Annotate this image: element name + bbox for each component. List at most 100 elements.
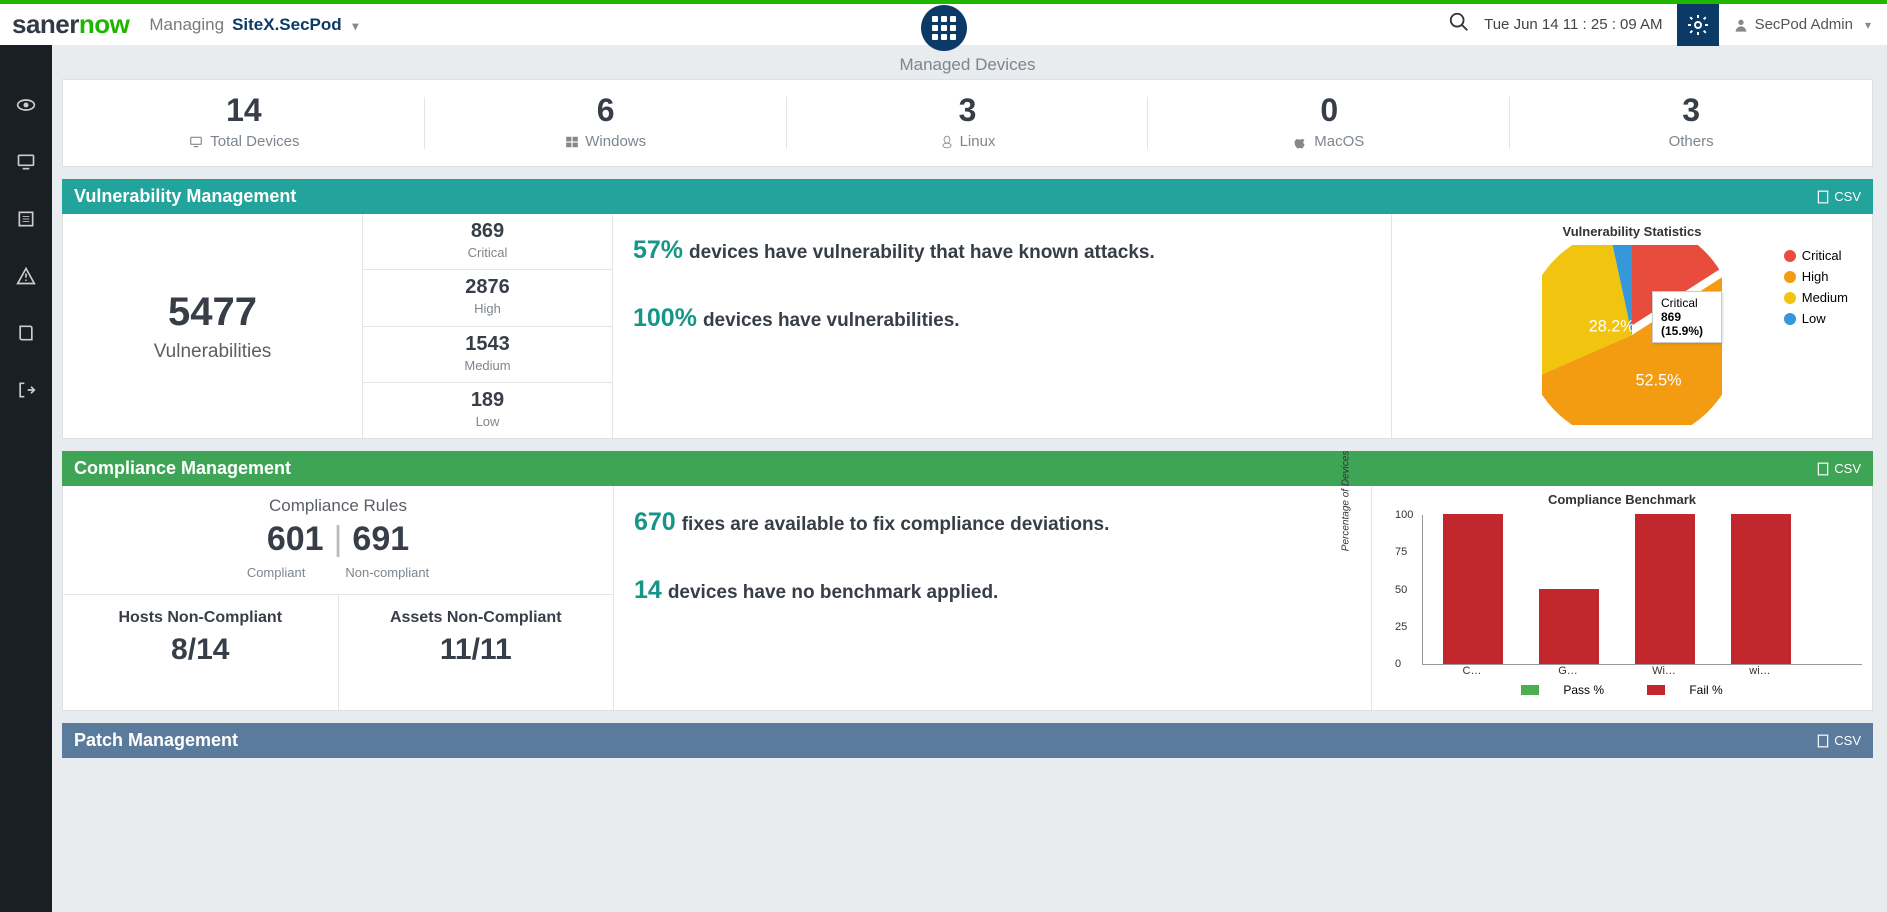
logo-p2: now — [79, 9, 130, 39]
compliance-panel: Compliance Management CSV Compliance Rul… — [62, 451, 1873, 711]
stat-label: Others — [1669, 133, 1714, 150]
rules-numbers: 601 | 691 — [63, 520, 613, 559]
chevron-down-icon: ▾ — [1865, 18, 1871, 32]
compliance-bottom: Hosts Non-Compliant 8/14 Assets Non-Comp… — [63, 595, 613, 710]
managing-label: Managing — [149, 15, 224, 35]
legend-critical[interactable]: Critical — [1784, 248, 1848, 263]
panel-title: Vulnerability Management — [74, 186, 296, 207]
csv-label: CSV — [1834, 189, 1861, 204]
vuln-total-label: Vulnerabilities — [154, 341, 272, 363]
stat-label: Windows — [585, 133, 646, 150]
sidebar — [0, 45, 52, 912]
rules-sublabels: Compliant Non-compliant — [63, 565, 613, 580]
csv-label: CSV — [1834, 461, 1861, 476]
sev-critical[interactable]: 869Critical — [363, 214, 613, 270]
topbar-right: Tue Jun 14 11 : 25 : 09 AM SecPod Admin … — [1448, 4, 1887, 46]
vuln-severity-list: 869Critical 2876High 1543Medium 189Low — [363, 214, 613, 438]
book-icon[interactable] — [16, 323, 36, 348]
stat-others[interactable]: 3 Others — [1510, 80, 1872, 166]
bars-area: 100 75 50 25 0 — [1422, 515, 1862, 665]
gear-icon — [1686, 13, 1710, 37]
pie-legend: Critical High Medium Low — [1784, 248, 1848, 332]
bar-4[interactable] — [1731, 514, 1791, 664]
user-icon — [1733, 17, 1749, 33]
compliance-rules[interactable]: Compliance Rules 601 | 691 Compliant Non… — [63, 486, 613, 595]
linux-icon — [940, 134, 954, 150]
datetime: Tue Jun 14 11 : 25 : 09 AM — [1484, 16, 1662, 33]
assets-noncompliant[interactable]: Assets Non-Compliant 11/11 — [339, 595, 614, 710]
csv-button[interactable]: CSV — [1816, 461, 1861, 476]
settings-button[interactable] — [1677, 4, 1719, 46]
comp-stmt1: 670fixes are available to fix compliance… — [634, 504, 1351, 542]
stat-label: Total Devices — [210, 133, 299, 150]
vuln-header: Vulnerability Management CSV — [62, 179, 1873, 214]
sev-medium[interactable]: 1543Medium — [363, 327, 613, 383]
monitor-icon[interactable] — [16, 152, 36, 177]
list-icon[interactable] — [16, 209, 36, 234]
patch-header: Patch Management CSV — [62, 723, 1873, 758]
legend-fail[interactable]: Fail % — [1637, 683, 1732, 697]
hosts-noncompliant[interactable]: Hosts Non-Compliant 8/14 — [63, 595, 339, 710]
eye-icon[interactable] — [16, 95, 36, 120]
bar-3[interactable] — [1635, 514, 1695, 664]
panel-title: Patch Management — [74, 730, 238, 751]
vuln-chart[interactable]: Vulnerability Statistics 28.2% 52.5% Cri… — [1392, 214, 1872, 438]
file-icon — [1816, 734, 1830, 748]
vuln-total[interactable]: 5477 Vulnerabilities — [63, 214, 363, 438]
search-icon[interactable] — [1448, 11, 1470, 38]
bar-2[interactable] — [1539, 589, 1599, 664]
sev-low[interactable]: 189Low — [363, 383, 613, 438]
csv-button[interactable]: CSV — [1816, 189, 1861, 204]
compliance-chart[interactable]: Compliance Benchmark Percentage of Devic… — [1372, 486, 1872, 710]
legend-low[interactable]: Low — [1784, 311, 1848, 326]
y-axis-label: Percentage of Devices — [1341, 451, 1352, 552]
stat-macos[interactable]: 0 MacOS — [1148, 80, 1510, 166]
rules-title: Compliance Rules — [63, 496, 613, 516]
bar-legend: Pass % Fail % — [1382, 683, 1862, 698]
legend-high[interactable]: High — [1784, 269, 1848, 284]
pie-medium-pct: 28.2% — [1589, 317, 1635, 335]
file-icon — [1816, 190, 1830, 204]
sev-high[interactable]: 2876High — [363, 270, 613, 326]
x-labels: C… G… Wi… wi… — [1442, 665, 1862, 677]
main-content: Managed Devices 14 Total Devices 6 Windo… — [52, 45, 1887, 912]
panel-title: Compliance Management — [74, 458, 291, 479]
chevron-down-icon: ▾ — [352, 19, 358, 33]
stat-linux[interactable]: 3 Linux — [787, 80, 1149, 166]
chart-title: Vulnerability Statistics — [1402, 224, 1862, 239]
csv-button[interactable]: CSV — [1816, 733, 1861, 748]
pie-chart: 28.2% 52.5% Critical 869 (15.9%) — [1542, 245, 1722, 425]
user-menu[interactable]: SecPod Admin ▾ — [1733, 16, 1871, 33]
logo[interactable]: sanernow — [12, 9, 129, 40]
bar-1[interactable] — [1443, 514, 1503, 664]
pie-tooltip: Critical 869 (15.9%) — [1652, 291, 1722, 343]
vuln-panel: Vulnerability Management CSV 5477 Vulner… — [62, 179, 1873, 439]
alert-icon[interactable] — [16, 266, 36, 291]
csv-label: CSV — [1834, 733, 1861, 748]
site-name: SiteX.SecPod — [232, 15, 342, 34]
vuln-stmt2: 100%devices have vulnerabilities. — [633, 300, 1371, 338]
stat-windows[interactable]: 6 Windows — [425, 80, 787, 166]
stat-num: 3 — [787, 92, 1149, 129]
legend-medium[interactable]: Medium — [1784, 290, 1848, 305]
stat-num: 6 — [425, 92, 787, 129]
user-name: SecPod Admin — [1755, 16, 1853, 33]
logout-icon[interactable] — [16, 380, 36, 405]
monitor-icon — [188, 135, 204, 149]
vuln-stmt1: 57%devices have vulnerability that have … — [633, 232, 1371, 270]
stat-total[interactable]: 14 Total Devices — [63, 80, 425, 166]
stat-num: 0 — [1148, 92, 1510, 129]
site-selector[interactable]: SiteX.SecPod ▾ — [232, 15, 358, 35]
file-icon — [1816, 462, 1830, 476]
stat-num: 3 — [1510, 92, 1872, 129]
stat-label: MacOS — [1314, 133, 1364, 150]
logo-p1: saner — [12, 9, 79, 39]
patch-panel: Patch Management CSV — [62, 723, 1873, 758]
compliance-statements: 670fixes are available to fix compliance… — [613, 486, 1372, 710]
grid-icon — [932, 16, 956, 40]
vuln-statements: 57%devices have vulnerability that have … — [613, 214, 1392, 438]
chart-title: Compliance Benchmark — [1382, 492, 1862, 507]
managed-devices-row: 14 Total Devices 6 Windows 3 Linux 0 Mac… — [62, 79, 1873, 167]
stat-num: 14 — [63, 92, 425, 129]
legend-pass[interactable]: Pass % — [1511, 683, 1614, 697]
